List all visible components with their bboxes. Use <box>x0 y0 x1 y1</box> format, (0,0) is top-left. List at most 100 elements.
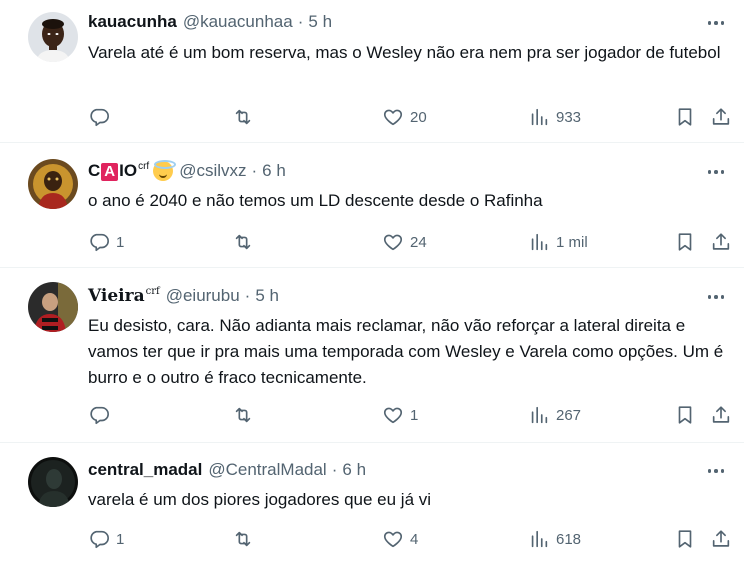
bookmark-button[interactable] <box>674 526 696 552</box>
action-bar: 1 4 618 <box>88 526 730 552</box>
timestamp[interactable]: 6 h <box>342 460 366 480</box>
tweet[interactable]: kauacunha @kauacunhaa · 5 h Varela até é… <box>0 0 744 143</box>
like-count: 1 <box>410 406 419 424</box>
views-icon <box>531 406 548 424</box>
like-count: 4 <box>410 530 419 548</box>
share-button[interactable] <box>710 229 732 255</box>
action-bar: 20 933 <box>88 104 730 130</box>
timestamp[interactable]: 5 h <box>308 12 332 32</box>
heart-icon <box>383 109 403 126</box>
more-options-button[interactable] <box>704 460 728 482</box>
share-icon <box>712 108 730 125</box>
retweet-icon <box>235 234 251 250</box>
tweet-header: central_madal @CentralMadal · 6 h <box>88 459 366 481</box>
view-count: 618 <box>556 530 582 548</box>
like-button[interactable]: 4 <box>382 526 418 552</box>
separator-dot: · <box>297 12 304 31</box>
bookmark-button[interactable] <box>674 402 696 428</box>
retweet-button[interactable] <box>232 526 260 552</box>
views-button[interactable]: 933 <box>528 104 581 130</box>
user-handle[interactable]: @CentralMadal <box>208 460 326 480</box>
retweet-icon <box>235 407 251 423</box>
retweet-button[interactable] <box>232 402 260 428</box>
avatar[interactable] <box>28 159 78 209</box>
tweet-text: o ano é 2040 e não temos um LD descente … <box>88 191 543 210</box>
display-name[interactable]: central_madal <box>88 460 202 480</box>
view-count: 933 <box>556 108 582 126</box>
reply-button[interactable]: 1 <box>88 526 124 552</box>
more-icon <box>707 170 712 174</box>
heart-icon <box>383 531 403 548</box>
tweet-header: Vieiracrf @eiurubu · 5 h <box>88 285 279 307</box>
views-button[interactable]: 618 <box>528 526 581 552</box>
action-bar: 1 267 <box>88 402 730 428</box>
name-letter-badge: A <box>101 163 119 181</box>
views-icon <box>531 108 548 126</box>
timestamp[interactable]: 6 h <box>262 161 286 181</box>
separator-dot: · <box>331 460 338 479</box>
share-icon <box>712 406 730 423</box>
reply-icon <box>90 233 109 252</box>
like-count: 20 <box>410 108 427 126</box>
action-bar: 1 24 1 mil <box>88 229 730 255</box>
tweet[interactable]: central_madal @CentralMadal · 6 h varela… <box>0 443 744 565</box>
bookmark-button[interactable] <box>674 104 696 130</box>
user-handle[interactable]: @csilvxz <box>179 161 246 181</box>
reply-count: 1 <box>116 233 125 251</box>
bookmark-icon <box>678 233 692 251</box>
display-name[interactable]: C A IOcrf <box>88 161 149 181</box>
like-button[interactable]: 1 <box>382 402 418 428</box>
bookmark-button[interactable] <box>674 229 696 255</box>
view-count: 267 <box>556 406 582 424</box>
more-options-button[interactable] <box>704 286 728 308</box>
separator-dot: · <box>251 161 258 180</box>
reply-button[interactable]: 1 <box>88 229 124 255</box>
views-button[interactable]: 1 mil <box>528 229 588 255</box>
more-icon <box>707 469 712 473</box>
reply-icon <box>90 406 109 425</box>
timestamp[interactable]: 5 h <box>255 286 279 306</box>
avatar[interactable] <box>28 282 78 332</box>
more-options-button[interactable] <box>704 12 728 34</box>
display-name[interactable]: Vieiracrf <box>88 286 160 306</box>
tweet-text: Eu desisto, cara. Não adianta mais recla… <box>88 316 724 387</box>
display-name[interactable]: kauacunha <box>88 12 177 32</box>
avatar[interactable] <box>28 457 78 507</box>
heart-icon <box>383 407 403 424</box>
retweet-button[interactable] <box>232 104 260 130</box>
tweet-text: varela é um dos piores jogadores que eu … <box>88 490 432 509</box>
tweet-text: Varela até é um bom reserva, mas o Wesle… <box>88 43 721 62</box>
reply-button[interactable] <box>88 402 116 428</box>
views-button[interactable]: 267 <box>528 402 581 428</box>
separator-dot: · <box>244 286 251 305</box>
views-icon <box>531 530 548 548</box>
tweet-header: kauacunha @kauacunhaa · 5 h <box>88 11 332 33</box>
like-count: 24 <box>410 233 427 251</box>
tweet-header: C A IOcrf @csilvxz · 6 h <box>88 160 286 182</box>
innocent-face-emoji <box>153 160 177 181</box>
more-icon <box>707 21 712 25</box>
tweet[interactable]: Vieiracrf @eiurubu · 5 h Eu desisto, car… <box>0 268 744 443</box>
user-handle[interactable]: @eiurubu <box>166 286 240 306</box>
retweet-icon <box>235 531 251 547</box>
retweet-icon <box>235 109 251 125</box>
more-icon <box>707 295 712 299</box>
view-count: 1 mil <box>556 233 588 251</box>
views-icon <box>531 233 548 251</box>
heart-icon <box>383 234 403 251</box>
reply-icon <box>90 530 109 549</box>
avatar[interactable] <box>28 12 78 62</box>
more-options-button[interactable] <box>704 161 728 183</box>
bookmark-icon <box>678 406 692 424</box>
share-icon <box>712 530 730 547</box>
share-button[interactable] <box>710 402 732 428</box>
share-button[interactable] <box>710 526 732 552</box>
retweet-button[interactable] <box>232 229 260 255</box>
reply-button[interactable] <box>88 104 116 130</box>
like-button[interactable]: 24 <box>382 229 427 255</box>
share-button[interactable] <box>710 104 732 130</box>
tweet[interactable]: C A IOcrf @csilvxz · 6 h o ano é 2040 e nã… <box>0 143 744 268</box>
user-handle[interactable]: @kauacunhaa <box>183 12 293 32</box>
reply-count: 1 <box>116 530 125 548</box>
like-button[interactable]: 20 <box>382 104 427 130</box>
